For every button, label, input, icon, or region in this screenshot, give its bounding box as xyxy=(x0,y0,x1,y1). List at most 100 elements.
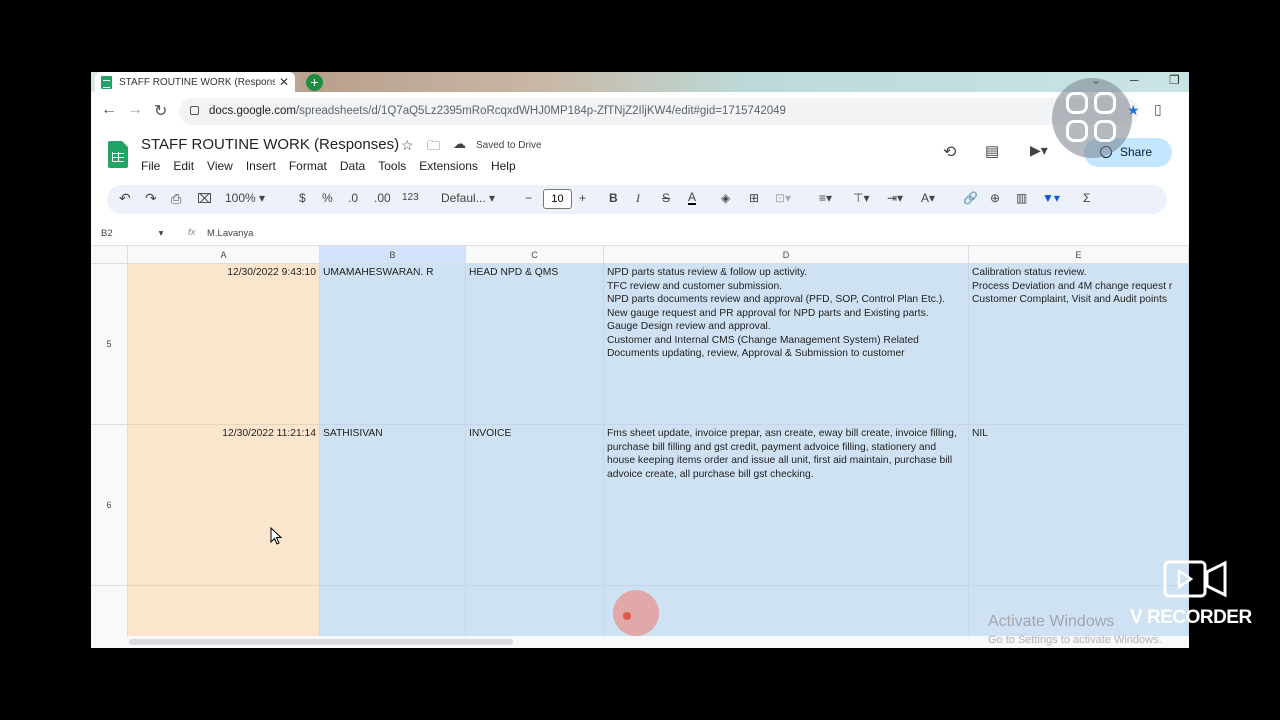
row-header-5[interactable]: 5 xyxy=(91,264,128,425)
star-icon[interactable]: ☆ xyxy=(401,137,414,154)
tab-strip: STAFF ROUTINE WORK (Respons ✕ + ⌄ ─ ❐ xyxy=(91,72,1189,92)
horizontal-align-icon[interactable]: ≡▾ xyxy=(819,191,832,205)
formatting-toolbar: ↶ ↷ ⎙ ⌧ 100% ▾ $ % .0 .00 123 Defaul... … xyxy=(107,185,1167,214)
browser-tab[interactable]: STAFF ROUTINE WORK (Respons ✕ xyxy=(95,72,295,92)
saved-status: Saved to Drive xyxy=(476,140,542,151)
back-arrow-icon[interactable]: ← xyxy=(101,101,117,119)
menu-format[interactable]: Format xyxy=(289,159,327,173)
cell-c6[interactable]: INVOICE xyxy=(466,425,604,586)
mouse-cursor-icon xyxy=(270,527,283,545)
row-header-6[interactable]: 6 xyxy=(91,425,128,586)
print-icon[interactable]: ⎙ xyxy=(171,191,181,207)
formula-input[interactable]: M.Lavanya xyxy=(207,228,253,239)
record-indicator-icon xyxy=(613,590,659,636)
undo-icon[interactable]: ↶ xyxy=(119,190,131,207)
borders-icon[interactable]: ⊞ xyxy=(749,191,759,205)
filter-icon[interactable]: ▼▾ xyxy=(1042,191,1060,205)
menu-data[interactable]: Data xyxy=(340,159,365,173)
fx-icon: fx xyxy=(188,227,196,238)
italic-button[interactable]: I xyxy=(636,191,640,206)
document-title[interactable]: STAFF ROUTINE WORK (Responses) xyxy=(141,136,399,153)
cell-e6[interactable]: NIL xyxy=(969,425,1189,586)
move-folder-icon[interactable]: 🗀 xyxy=(427,137,440,159)
cell-a6[interactable]: 12/30/2022 11:21:14 xyxy=(128,425,320,586)
share-label: Share xyxy=(1120,145,1153,159)
cell-c5[interactable]: HEAD NPD & QMS xyxy=(466,264,604,425)
cell-d6[interactable]: Fms sheet update, invoice prepar, asn cr… xyxy=(604,425,969,586)
cell-c7[interactable] xyxy=(466,586,604,636)
sheets-logo-icon[interactable] xyxy=(108,141,128,168)
scrollbar-thumb[interactable] xyxy=(129,639,513,645)
text-color-button[interactable]: A xyxy=(688,191,697,205)
cell-ref: B2 xyxy=(101,228,113,239)
version-history-icon[interactable]: ⟲ xyxy=(943,142,956,162)
reload-icon[interactable]: ↻ xyxy=(154,101,167,121)
menu-insert[interactable]: Insert xyxy=(246,159,276,173)
cell-b7[interactable] xyxy=(320,586,466,636)
comments-icon[interactable]: ▤ xyxy=(985,142,999,160)
font-size-increase-icon[interactable]: + xyxy=(579,191,586,205)
text-wrap-icon[interactable]: ⇥▾ xyxy=(887,191,903,205)
text-rotation-icon[interactable]: A▾ xyxy=(921,191,935,205)
url-path: /spreadsheets/d/1Q7aQ5Lz2395mRoRcqxdWHJ0… xyxy=(295,105,786,117)
column-header-d[interactable]: D xyxy=(604,246,969,264)
menu-file[interactable]: File xyxy=(141,159,160,173)
maximize-icon[interactable]: ❐ xyxy=(1169,73,1180,87)
vertical-align-icon[interactable]: ⊤▾ xyxy=(853,191,869,205)
meet-icon[interactable]: ▶▾ xyxy=(1030,142,1048,159)
insert-comment-icon[interactable]: ⊕ xyxy=(990,191,1000,205)
menu-bar: File Edit View Insert Format Data Tools … xyxy=(141,159,529,173)
decrease-decimal-button[interactable]: .0 xyxy=(348,191,358,205)
fill-color-icon[interactable]: ◈ xyxy=(721,191,730,205)
bubble-square-icon xyxy=(1094,120,1116,142)
redo-icon[interactable]: ↷ xyxy=(145,190,157,207)
address-bar-row: ← → ↻ docs.google.com/spreadsheets/d/1Q7… xyxy=(91,92,1189,130)
paint-format-icon[interactable]: ⌧ xyxy=(197,191,212,207)
menu-help[interactable]: Help xyxy=(491,159,516,173)
forward-arrow-icon[interactable]: → xyxy=(127,101,143,119)
cell-b5[interactable]: UMAMAHESWARAN. R xyxy=(320,264,466,425)
zoom-value: 100% xyxy=(225,191,256,205)
font-size-field[interactable]: 10 xyxy=(543,189,572,209)
select-all-corner[interactable] xyxy=(91,246,128,264)
column-header-b[interactable]: B xyxy=(320,246,466,264)
menu-edit[interactable]: Edit xyxy=(173,159,194,173)
close-tab-icon[interactable]: ✕ xyxy=(279,75,289,89)
menu-extensions[interactable]: Extensions xyxy=(419,159,478,173)
url-field[interactable]: docs.google.com/spreadsheets/d/1Q7aQ5Lz2… xyxy=(179,98,1139,125)
cell-d5[interactable]: NPD parts status review & follow up acti… xyxy=(604,264,969,425)
screen-recorder-bubble-icon[interactable] xyxy=(1052,78,1132,158)
side-panel-icon[interactable]: ▯ xyxy=(1154,101,1162,118)
currency-format-button[interactable]: $ xyxy=(299,191,306,205)
column-header-e[interactable]: E xyxy=(969,246,1189,264)
activate-windows-subtitle: Go to Settings to activate Windows. xyxy=(988,634,1162,646)
row-header-7[interactable] xyxy=(91,586,128,636)
cell-e5[interactable]: Calibration status review. Process Devia… xyxy=(969,264,1189,425)
column-header-c[interactable]: C xyxy=(466,246,604,264)
percent-format-button[interactable]: % xyxy=(322,191,333,205)
bold-button[interactable]: B xyxy=(609,191,618,205)
menu-tools[interactable]: Tools xyxy=(378,159,406,173)
column-header-a[interactable]: A xyxy=(128,246,320,264)
cloud-saved-icon: ☁ xyxy=(453,136,466,151)
cell-a7[interactable] xyxy=(128,586,320,636)
more-formats-button[interactable]: 123 xyxy=(402,192,419,203)
font-select[interactable]: Defaul... ▾ xyxy=(441,191,495,205)
name-box-dropdown-icon[interactable]: ▾ xyxy=(159,228,164,239)
menu-view[interactable]: View xyxy=(207,159,233,173)
insert-chart-icon[interactable]: ▥ xyxy=(1016,191,1027,205)
strikethrough-button[interactable]: S xyxy=(662,191,670,205)
new-tab-button[interactable]: + xyxy=(306,74,323,91)
docs-header: STAFF ROUTINE WORK (Responses) ☆ 🗀 ☁ Sav… xyxy=(91,130,1189,190)
cell-a5[interactable]: 12/30/2022 9:43:10 xyxy=(128,264,320,425)
merge-cells-icon[interactable]: ⊡▾ xyxy=(775,191,791,205)
name-box[interactable]: B2 ▾ xyxy=(101,228,163,239)
increase-decimal-button[interactable]: .00 xyxy=(374,191,391,205)
bubble-square-icon xyxy=(1066,92,1088,114)
font-size-decrease-icon[interactable]: − xyxy=(525,191,532,205)
zoom-select[interactable]: 100% ▾ xyxy=(225,191,265,205)
functions-icon[interactable]: Σ xyxy=(1083,191,1090,205)
insert-link-icon[interactable]: 🔗 xyxy=(963,191,978,205)
minimize-icon[interactable]: ─ xyxy=(1130,73,1139,87)
cell-b6[interactable]: SATHISIVAN xyxy=(320,425,466,586)
